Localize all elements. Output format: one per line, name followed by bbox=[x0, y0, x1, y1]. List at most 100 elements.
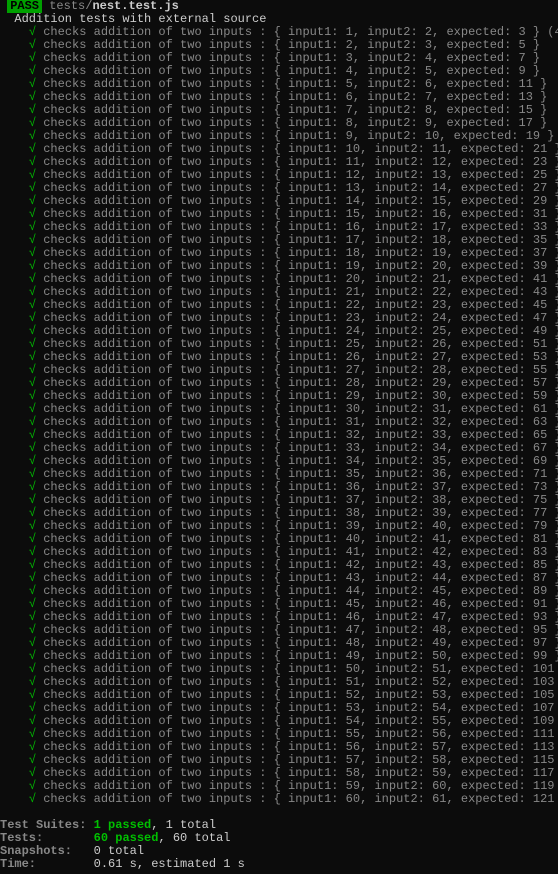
check-icon: √ bbox=[29, 168, 36, 182]
test-description: checks addition of two inputs : { input1… bbox=[36, 480, 558, 494]
test-description: checks addition of two inputs : { input1… bbox=[36, 337, 558, 351]
check-icon: √ bbox=[29, 766, 36, 780]
test-description: checks addition of two inputs : { input1… bbox=[36, 168, 558, 182]
check-icon: √ bbox=[29, 454, 36, 468]
test-description: checks addition of two inputs : { input1… bbox=[36, 376, 558, 390]
check-icon: √ bbox=[29, 259, 36, 273]
check-icon: √ bbox=[29, 480, 36, 494]
summary-snapshots-value: 0 total bbox=[94, 844, 144, 858]
test-description: checks addition of two inputs : { input1… bbox=[36, 740, 558, 754]
test-description: checks addition of two inputs : { input1… bbox=[36, 597, 558, 611]
summary-suites-label: Test Suites: bbox=[0, 818, 86, 832]
check-icon: √ bbox=[29, 571, 36, 585]
check-icon: √ bbox=[29, 311, 36, 325]
check-icon: √ bbox=[29, 623, 36, 637]
test-description: checks addition of two inputs : { input1… bbox=[36, 363, 558, 377]
check-icon: √ bbox=[29, 77, 36, 91]
test-description: checks addition of two inputs : { input1… bbox=[36, 662, 558, 676]
test-description: checks addition of two inputs : { input1… bbox=[36, 324, 558, 338]
test-description: checks addition of two inputs : { input1… bbox=[36, 454, 558, 468]
check-icon: √ bbox=[29, 506, 36, 520]
summary-snapshots-label: Snapshots: bbox=[0, 844, 72, 858]
test-description: checks addition of two inputs : { input1… bbox=[36, 792, 558, 806]
check-icon: √ bbox=[29, 662, 36, 676]
check-icon: √ bbox=[29, 532, 36, 546]
test-description: checks addition of two inputs : { input1… bbox=[36, 753, 558, 767]
terminal-output: PASS tests/nest.test.js Addition tests w… bbox=[0, 0, 558, 871]
check-icon: √ bbox=[29, 51, 36, 65]
test-description: checks addition of two inputs : { input1… bbox=[36, 64, 540, 78]
test-description: checks addition of two inputs : { input1… bbox=[36, 38, 540, 52]
test-description: checks addition of two inputs : { input1… bbox=[36, 272, 558, 286]
check-icon: √ bbox=[29, 337, 36, 351]
test-description: checks addition of two inputs : { input1… bbox=[36, 246, 558, 260]
summary-time-value: 0.61 s, estimated 1 s bbox=[94, 857, 245, 871]
check-icon: √ bbox=[29, 181, 36, 195]
test-description: checks addition of two inputs : { input1… bbox=[36, 311, 558, 325]
test-description: checks addition of two inputs : { input1… bbox=[36, 571, 558, 585]
test-duration: (4 ms) bbox=[540, 25, 558, 39]
check-icon: √ bbox=[29, 90, 36, 104]
check-icon: √ bbox=[29, 285, 36, 299]
check-icon: √ bbox=[29, 142, 36, 156]
test-description: checks addition of two inputs : { input1… bbox=[36, 493, 558, 507]
test-result-line: √ checks addition of two inputs : { inpu… bbox=[0, 793, 558, 806]
check-icon: √ bbox=[29, 558, 36, 572]
check-icon: √ bbox=[29, 324, 36, 338]
test-description: checks addition of two inputs : { input1… bbox=[36, 207, 558, 221]
test-description: checks addition of two inputs : { input1… bbox=[36, 233, 558, 247]
check-icon: √ bbox=[29, 129, 36, 143]
check-icon: √ bbox=[29, 636, 36, 650]
test-description: checks addition of two inputs : { input1… bbox=[36, 623, 558, 637]
test-description: checks addition of two inputs : { input1… bbox=[36, 51, 540, 65]
test-description: checks addition of two inputs : { input1… bbox=[36, 766, 558, 780]
check-icon: √ bbox=[29, 350, 36, 364]
summary-tests-total: , 60 total bbox=[158, 831, 230, 845]
check-icon: √ bbox=[29, 389, 36, 403]
check-icon: √ bbox=[29, 688, 36, 702]
test-description: checks addition of two inputs : { input1… bbox=[36, 194, 558, 208]
test-description: checks addition of two inputs : { input1… bbox=[36, 90, 547, 104]
summary-tests-label: Tests: bbox=[0, 831, 43, 845]
check-icon: √ bbox=[29, 103, 36, 117]
check-icon: √ bbox=[29, 701, 36, 715]
check-icon: √ bbox=[29, 675, 36, 689]
check-icon: √ bbox=[29, 155, 36, 169]
check-icon: √ bbox=[29, 597, 36, 611]
summary-time: Time: 0.61 s, estimated 1 s bbox=[0, 858, 558, 871]
check-icon: √ bbox=[29, 779, 36, 793]
test-description: checks addition of two inputs : { input1… bbox=[36, 285, 558, 299]
check-icon: √ bbox=[29, 207, 36, 221]
summary-time-label: Time: bbox=[0, 857, 36, 871]
check-icon: √ bbox=[29, 545, 36, 559]
test-description: checks addition of two inputs : { input1… bbox=[36, 103, 547, 117]
test-description: checks addition of two inputs : { input1… bbox=[36, 181, 558, 195]
check-icon: √ bbox=[29, 467, 36, 481]
test-description: checks addition of two inputs : { input1… bbox=[36, 506, 558, 520]
test-description: checks addition of two inputs : { input1… bbox=[36, 220, 558, 234]
summary-suites-total: , 1 total bbox=[151, 818, 216, 832]
check-icon: √ bbox=[29, 428, 36, 442]
test-description: checks addition of two inputs : { input1… bbox=[36, 142, 558, 156]
check-icon: √ bbox=[29, 25, 36, 39]
test-description: checks addition of two inputs : { input1… bbox=[36, 610, 558, 624]
summary-suites-passed: 1 passed bbox=[94, 818, 152, 832]
check-icon: √ bbox=[29, 116, 36, 130]
check-icon: √ bbox=[29, 792, 36, 806]
check-icon: √ bbox=[29, 740, 36, 754]
test-description: checks addition of two inputs : { input1… bbox=[36, 584, 558, 598]
summary-tests-passed: 60 passed bbox=[94, 831, 159, 845]
check-icon: √ bbox=[29, 441, 36, 455]
test-description: checks addition of two inputs : { input1… bbox=[36, 298, 558, 312]
check-icon: √ bbox=[29, 402, 36, 416]
check-icon: √ bbox=[29, 753, 36, 767]
test-description: checks addition of two inputs : { input1… bbox=[36, 77, 547, 91]
test-description: checks addition of two inputs : { input1… bbox=[36, 545, 558, 559]
test-description: checks addition of two inputs : { input1… bbox=[36, 779, 558, 793]
test-description: checks addition of two inputs : { input1… bbox=[36, 649, 558, 663]
test-description: checks addition of two inputs : { input1… bbox=[36, 129, 554, 143]
test-description: checks addition of two inputs : { input1… bbox=[36, 675, 558, 689]
check-icon: √ bbox=[29, 376, 36, 390]
test-description: checks addition of two inputs : { input1… bbox=[36, 688, 558, 702]
test-description: checks addition of two inputs : { input1… bbox=[36, 350, 558, 364]
